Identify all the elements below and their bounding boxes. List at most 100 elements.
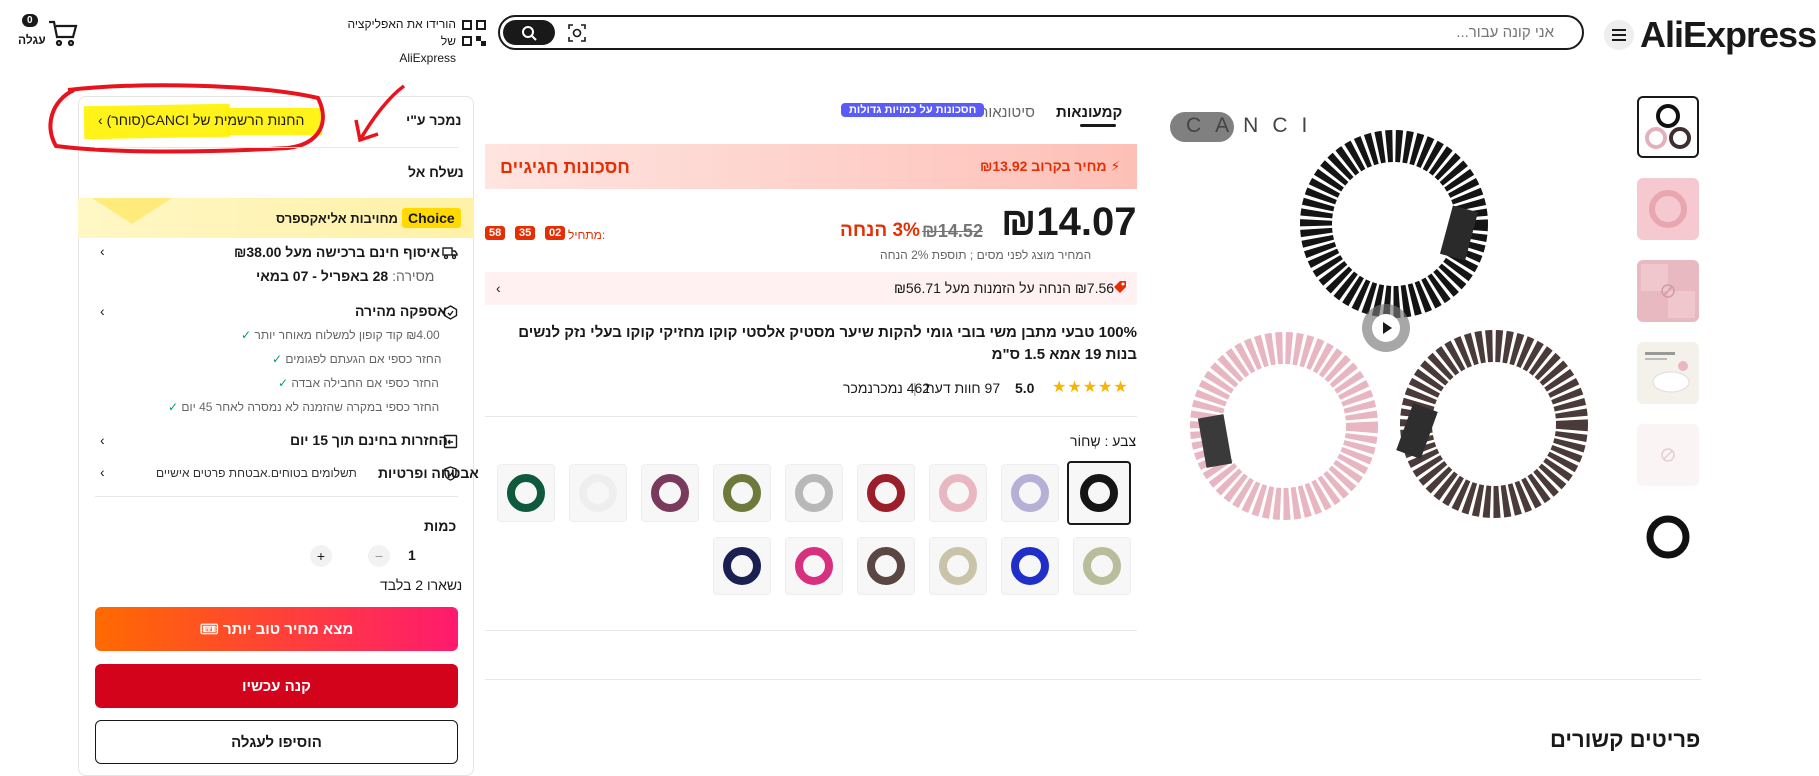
swatch-image <box>579 474 617 512</box>
thumbnail-1[interactable] <box>1637 96 1699 158</box>
camera-scan-icon <box>568 24 586 42</box>
tab-retail[interactable]: קמעונאות <box>1056 104 1122 121</box>
check-icon: ✓ <box>168 400 179 414</box>
benefit-item: ₪4.00 קוד קופון למשלוח מאוחר יותר ✓ <box>241 328 440 342</box>
add-to-cart-button[interactable]: הוסיפו לעגלה <box>95 720 458 764</box>
chevron-left-icon[interactable]: ‹ <box>100 303 105 319</box>
divider <box>485 630 1137 631</box>
delivery-dates: 28 באפריל - 07 במאי <box>256 268 389 284</box>
security-text: תשלומים בטוחים.אבטחת פרטים אישיים <box>156 466 357 480</box>
coupon-text: ₪7.56 הנחה על הזמנות מעל ₪56.71 <box>894 280 1115 296</box>
chevron-left-icon[interactable]: ‹ <box>100 432 105 448</box>
color-swatch[interactable] <box>713 537 771 595</box>
swatch-image <box>795 547 833 585</box>
color-swatch[interactable] <box>929 464 987 522</box>
divider <box>95 147 458 148</box>
benefit-item: החזר כספי במקרה שהזמנה לא נמסרה לאחר 45 … <box>168 400 439 414</box>
thumbnail-6[interactable] <box>1637 506 1699 568</box>
delivery-label: מסירה: <box>392 268 435 284</box>
choice-text: מחויבות אליאקספרס <box>276 211 398 226</box>
tax-note: המחיר מוצג לפני מסים ; תוספת 2% הנחה <box>880 248 1092 262</box>
menu-button[interactable] <box>1604 20 1634 50</box>
stock-note: נשארו 2 בלבד <box>380 577 463 593</box>
thumbnail-image <box>1649 190 1687 228</box>
thumbnail-2[interactable] <box>1637 178 1699 240</box>
swatch-image <box>1011 474 1049 512</box>
rating-value: 5.0 <box>1015 380 1035 396</box>
truck-icon <box>442 246 458 265</box>
color-swatch[interactable] <box>785 464 843 522</box>
annotation-arrow <box>352 82 408 146</box>
choice-badge: Choice <box>402 208 461 228</box>
swatch-image <box>1080 474 1118 512</box>
app-download-line2: AliExpress <box>399 51 456 65</box>
reviews-link[interactable]: 97 חוות דעת <box>925 380 1000 396</box>
app-download-link[interactable]: הורידו את האפליקציה של AliExpress <box>336 16 456 67</box>
color-swatch[interactable] <box>1001 537 1059 595</box>
sold-by-label: נמכר ע"י <box>406 112 462 128</box>
chevron-left-icon[interactable]: ‹ <box>100 464 105 480</box>
cart-button[interactable] <box>48 20 82 48</box>
color-swatch[interactable] <box>785 537 843 595</box>
play-icon <box>1372 314 1400 342</box>
color-swatch[interactable] <box>641 464 699 522</box>
thumbnail-3[interactable] <box>1637 260 1699 322</box>
image-search-button[interactable] <box>564 21 590 45</box>
free-shipping-text: איסוף חינם ברכישה מעל ₪38.00 <box>234 244 441 260</box>
decrease-button[interactable]: − <box>368 545 390 567</box>
color-swatch[interactable] <box>929 537 987 595</box>
thumbnail-5[interactable] <box>1637 424 1699 486</box>
annotation-circle <box>48 82 326 154</box>
bulk-savings-pill: חסכונות על כמויות גדולות <box>841 103 985 117</box>
sold-count: 462 נמכרנמכר <box>843 380 931 396</box>
choice-decoration <box>92 198 172 224</box>
brand-overlay-text: CANCI <box>1186 114 1322 137</box>
rating-stars-icon: ★★★★★ <box>1052 379 1129 396</box>
swatch-image <box>939 547 977 585</box>
color-label: צבע : שְחוֹר <box>1070 433 1137 449</box>
search-icon <box>522 25 537 41</box>
color-swatch[interactable] <box>569 464 627 522</box>
aliexpress-logo[interactable]: AliExpress <box>1640 14 1817 56</box>
search-button[interactable] <box>503 20 555 45</box>
benefit-item: החזר כספי אם הגעתם לפגומים ✓ <box>272 352 441 366</box>
image-placeholder-icon <box>1661 448 1675 462</box>
find-better-price-button[interactable]: 🎟 מצא מחיר טוב יותר <box>95 607 458 651</box>
search-bar <box>498 15 1584 50</box>
swatch-image <box>651 474 689 512</box>
benefit-text: החזר כספי במקרה שהזמנה לא נמסרה לאחר 45 … <box>181 400 440 414</box>
tab-wholesale[interactable]: סיטונאות <box>978 104 1035 121</box>
benefit-text: החזר כספי אם החבילה אבדה <box>291 376 439 390</box>
search-input[interactable] <box>672 23 1556 42</box>
qr-code-icon[interactable] <box>462 20 486 46</box>
color-swatch[interactable] <box>497 464 555 522</box>
timer-seconds: 58 <box>485 226 506 240</box>
chevron-left-icon[interactable]: ‹ <box>100 243 105 259</box>
logo-text: AliExpress <box>1640 14 1817 55</box>
color-swatch[interactable] <box>857 464 915 522</box>
buy-now-button[interactable]: קנה עכשיו <box>95 664 458 708</box>
check-icon: ✓ <box>272 352 283 366</box>
delivery-row: מסירה: 28 באפריל - 07 במאי <box>256 268 434 284</box>
timer-minutes: 35 <box>515 226 536 240</box>
swatch-image <box>939 474 977 512</box>
thumbnail-4[interactable] <box>1637 342 1699 404</box>
divider <box>485 679 1701 680</box>
security-title: אבטחה ופרטיות <box>378 465 479 481</box>
color-swatch[interactable] <box>713 464 771 522</box>
quantity-value[interactable]: 1 <box>408 547 416 563</box>
ship-to-label: נשלח אל <box>408 164 464 180</box>
upcoming-price: ⚡ מחיר בקרוב ₪13.92 <box>980 158 1121 174</box>
color-swatch[interactable] <box>1001 464 1059 522</box>
swatch-image <box>723 474 761 512</box>
thumbnail-image <box>1645 352 1690 393</box>
play-video-button[interactable] <box>1362 304 1410 352</box>
cart-label: עגלה <box>18 33 46 47</box>
benefit-text: החזר כספי אם הגעתם לפגומים <box>285 352 442 366</box>
related-items-title: פריטים קשורים <box>1550 727 1701 752</box>
increase-button[interactable]: + <box>310 545 332 567</box>
color-swatch[interactable] <box>857 537 915 595</box>
color-swatch[interactable] <box>1073 537 1131 595</box>
swatch-image <box>723 547 761 585</box>
color-swatch[interactable] <box>1067 461 1131 525</box>
